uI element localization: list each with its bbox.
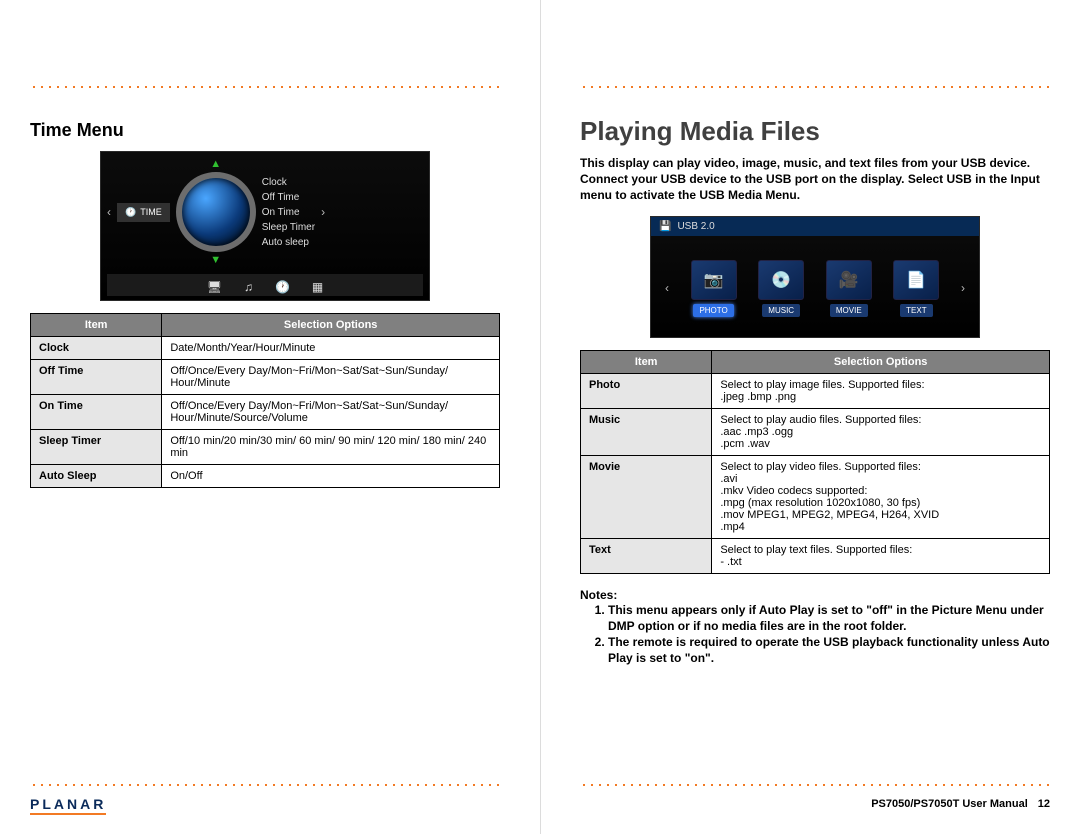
arrow-up-icon: ▲	[210, 158, 221, 170]
osd-item: Clock	[262, 175, 315, 190]
text-icon: 📄	[893, 260, 939, 300]
usb-item-photo: 📷 PHOTO	[691, 260, 737, 317]
table-row: PhotoSelect to play image files. Support…	[581, 373, 1050, 408]
usb-item-label: PHOTO	[693, 304, 733, 317]
osd-time-screenshot: ‹ 🕐 TIME ▲ ▼ Clock Off Time On Tim	[30, 151, 500, 301]
manual-spread: Time Menu ‹ 🕐 TIME ▲ ▼ C	[0, 0, 1080, 834]
time-options-table: Item Selection Options ClockDate/Month/Y…	[30, 313, 500, 488]
chevron-left-icon: ‹	[665, 281, 669, 295]
page-gutter	[540, 0, 541, 834]
page-right: Playing Media Files This display can pla…	[540, 0, 1080, 834]
analog-clock-icon	[176, 172, 256, 252]
film-icon: 🎥	[826, 260, 872, 300]
list-item: This menu appears only if Auto Play is s…	[608, 602, 1050, 634]
table-row: TextSelect to play text files. Supported…	[581, 538, 1050, 573]
page-number: 12	[1038, 798, 1050, 810]
notes-heading: Notes:	[580, 588, 1050, 602]
col-header-item: Item	[581, 350, 712, 373]
col-header-item: Item	[31, 314, 162, 337]
usb-item-label: MOVIE	[830, 304, 868, 317]
col-header-options: Selection Options	[162, 314, 500, 337]
table-row: MusicSelect to play audio files. Support…	[581, 408, 1050, 455]
clock-small-icon: 🕐	[125, 207, 136, 218]
osd-crumb: 🕐 TIME	[117, 203, 170, 222]
grid-icon: ▦	[312, 280, 323, 294]
disc-icon: 💿	[758, 260, 804, 300]
usb-item-movie: 🎥 MOVIE	[826, 260, 872, 317]
media-options-table: Item Selection Options PhotoSelect to pl…	[580, 350, 1050, 574]
bottom-divider	[30, 784, 500, 786]
table-row: ClockDate/Month/Year/Hour/Minute	[31, 337, 500, 360]
osd-usb-screenshot: 💾 USB 2.0 ‹ 📷 PHOTO 💿 MUSIC 🎥	[580, 216, 1050, 338]
usb-item-label: TEXT	[900, 304, 932, 317]
list-item: The remote is required to operate the US…	[608, 634, 1050, 666]
bottom-divider	[580, 784, 1050, 786]
music-note-icon: ♫	[244, 280, 253, 294]
notes-list: This menu appears only if Auto Play is s…	[580, 602, 1050, 667]
section-heading-playing-media: Playing Media Files	[580, 116, 1050, 147]
intro-paragraph: This display can play video, image, musi…	[580, 155, 1050, 204]
usb-item-music: 💿 MUSIC	[758, 260, 804, 317]
arrow-down-icon: ▼	[210, 254, 221, 266]
col-header-options: Selection Options	[712, 350, 1050, 373]
osd-item: Auto sleep	[262, 235, 315, 250]
osd-item: On Time	[262, 205, 315, 220]
usb-item-text: 📄 TEXT	[893, 260, 939, 317]
usb-item-label: MUSIC	[762, 304, 800, 317]
osd-item: Sleep Timer	[262, 220, 315, 235]
top-divider	[30, 86, 500, 88]
table-row: On TimeOff/Once/Every Day/Mon~Fri/Mon~Sa…	[31, 395, 500, 430]
osd-option-list: Clock Off Time On Time Sleep Timer Auto …	[262, 175, 315, 250]
clock-icon: 🕐	[275, 280, 290, 294]
camera-icon: 📷	[691, 260, 737, 300]
chevron-left-icon: ‹	[107, 205, 111, 219]
planar-logo: PLANAR	[30, 796, 106, 812]
section-heading-time-menu: Time Menu	[30, 120, 500, 141]
table-row: MovieSelect to play video files. Support…	[581, 455, 1050, 538]
doc-title: PS7050/PS7050T User Manual	[871, 798, 1028, 810]
usb-icon: 💾	[659, 221, 671, 232]
top-divider	[580, 86, 1050, 88]
osd-crumb-label: TIME	[140, 207, 162, 217]
footer-left: PLANAR	[30, 794, 500, 814]
table-row: Auto SleepOn/Off	[31, 465, 500, 488]
chevron-right-icon: ›	[961, 281, 965, 295]
osd-item: Off Time	[262, 190, 315, 205]
table-row: Sleep TimerOff/10 min/20 min/30 min/ 60 …	[31, 430, 500, 465]
chevron-right-icon: ›	[321, 205, 325, 219]
usb-title: USB 2.0	[677, 221, 714, 232]
monitor-icon: 🖥	[207, 280, 222, 294]
footer-right: PS7050/PS7050T User Manual 12	[580, 794, 1050, 814]
page-left: Time Menu ‹ 🕐 TIME ▲ ▼ C	[0, 0, 540, 834]
table-row: Off TimeOff/Once/Every Day/Mon~Fri/Mon~S…	[31, 360, 500, 395]
